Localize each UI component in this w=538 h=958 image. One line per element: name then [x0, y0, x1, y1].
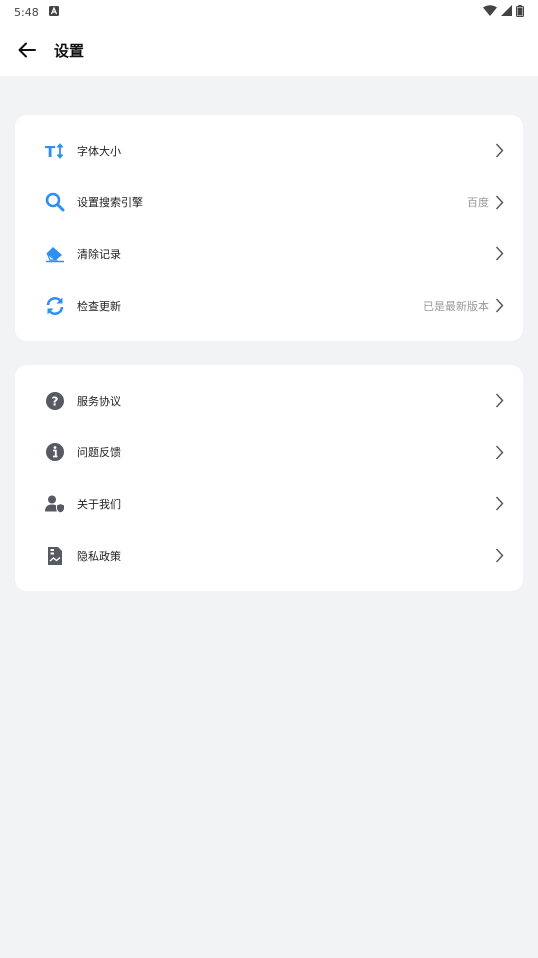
settings-group-general: T 字体大小 设置搜索引擎 百度 清除记录 检查更新 已是最新版本 [15, 115, 523, 341]
document-icon [45, 546, 65, 566]
check-update-row[interactable]: 检查更新 已是最新版本 [15, 280, 523, 332]
row-label: 清除记录 [77, 247, 121, 261]
battery-icon [516, 4, 524, 20]
row-label: 字体大小 [77, 144, 121, 158]
service-agreement-row[interactable]: ? 服务协议 [15, 375, 523, 427]
svg-text:?: ? [52, 394, 59, 408]
status-bar: 5:48 [0, 0, 538, 24]
wifi-icon [483, 5, 497, 19]
row-label: 设置搜索引擎 [77, 196, 143, 210]
text-size-icon: T [45, 141, 65, 161]
search-engine-row[interactable]: 设置搜索引擎 百度 [15, 177, 523, 229]
clear-history-row[interactable]: 清除记录 [15, 228, 523, 280]
page-title: 设置 [54, 41, 85, 60]
about-us-row[interactable]: 关于我们 [15, 478, 523, 530]
eraser-icon [45, 244, 65, 264]
status-time: 5:48 [14, 5, 39, 19]
arrow-left-icon [18, 42, 36, 58]
back-button[interactable] [16, 39, 38, 61]
row-value: 百度 [467, 196, 489, 210]
chevron-right-icon [493, 194, 505, 210]
chevron-right-icon [493, 298, 505, 314]
svg-text:T: T [45, 143, 56, 159]
row-label: 检查更新 [77, 299, 121, 313]
row-label: 隐私政策 [77, 549, 121, 563]
row-value: 已是最新版本 [423, 299, 489, 313]
row-label: 问题反馈 [77, 446, 121, 460]
refresh-icon [45, 296, 65, 316]
font-size-row[interactable]: T 字体大小 [15, 125, 523, 177]
signal-icon [501, 5, 512, 19]
settings-group-about: ? 服务协议 问题反馈 关于我们 隐私政策 [15, 365, 523, 591]
chevron-right-icon [493, 548, 505, 564]
privacy-policy-row[interactable]: 隐私政策 [15, 530, 523, 582]
chevron-right-icon [493, 496, 505, 512]
info-circle-icon [45, 442, 65, 462]
search-icon [45, 192, 65, 212]
app-bar: 设置 [0, 24, 538, 76]
user-shield-icon [45, 494, 65, 514]
notification-icon [48, 5, 59, 19]
row-label: 关于我们 [77, 497, 121, 511]
question-circle-icon: ? [45, 391, 65, 411]
chevron-right-icon [493, 444, 505, 460]
chevron-right-icon [493, 143, 505, 159]
feedback-row[interactable]: 问题反馈 [15, 427, 523, 479]
chevron-right-icon [493, 246, 505, 262]
row-label: 服务协议 [77, 394, 121, 408]
chevron-right-icon [493, 393, 505, 409]
